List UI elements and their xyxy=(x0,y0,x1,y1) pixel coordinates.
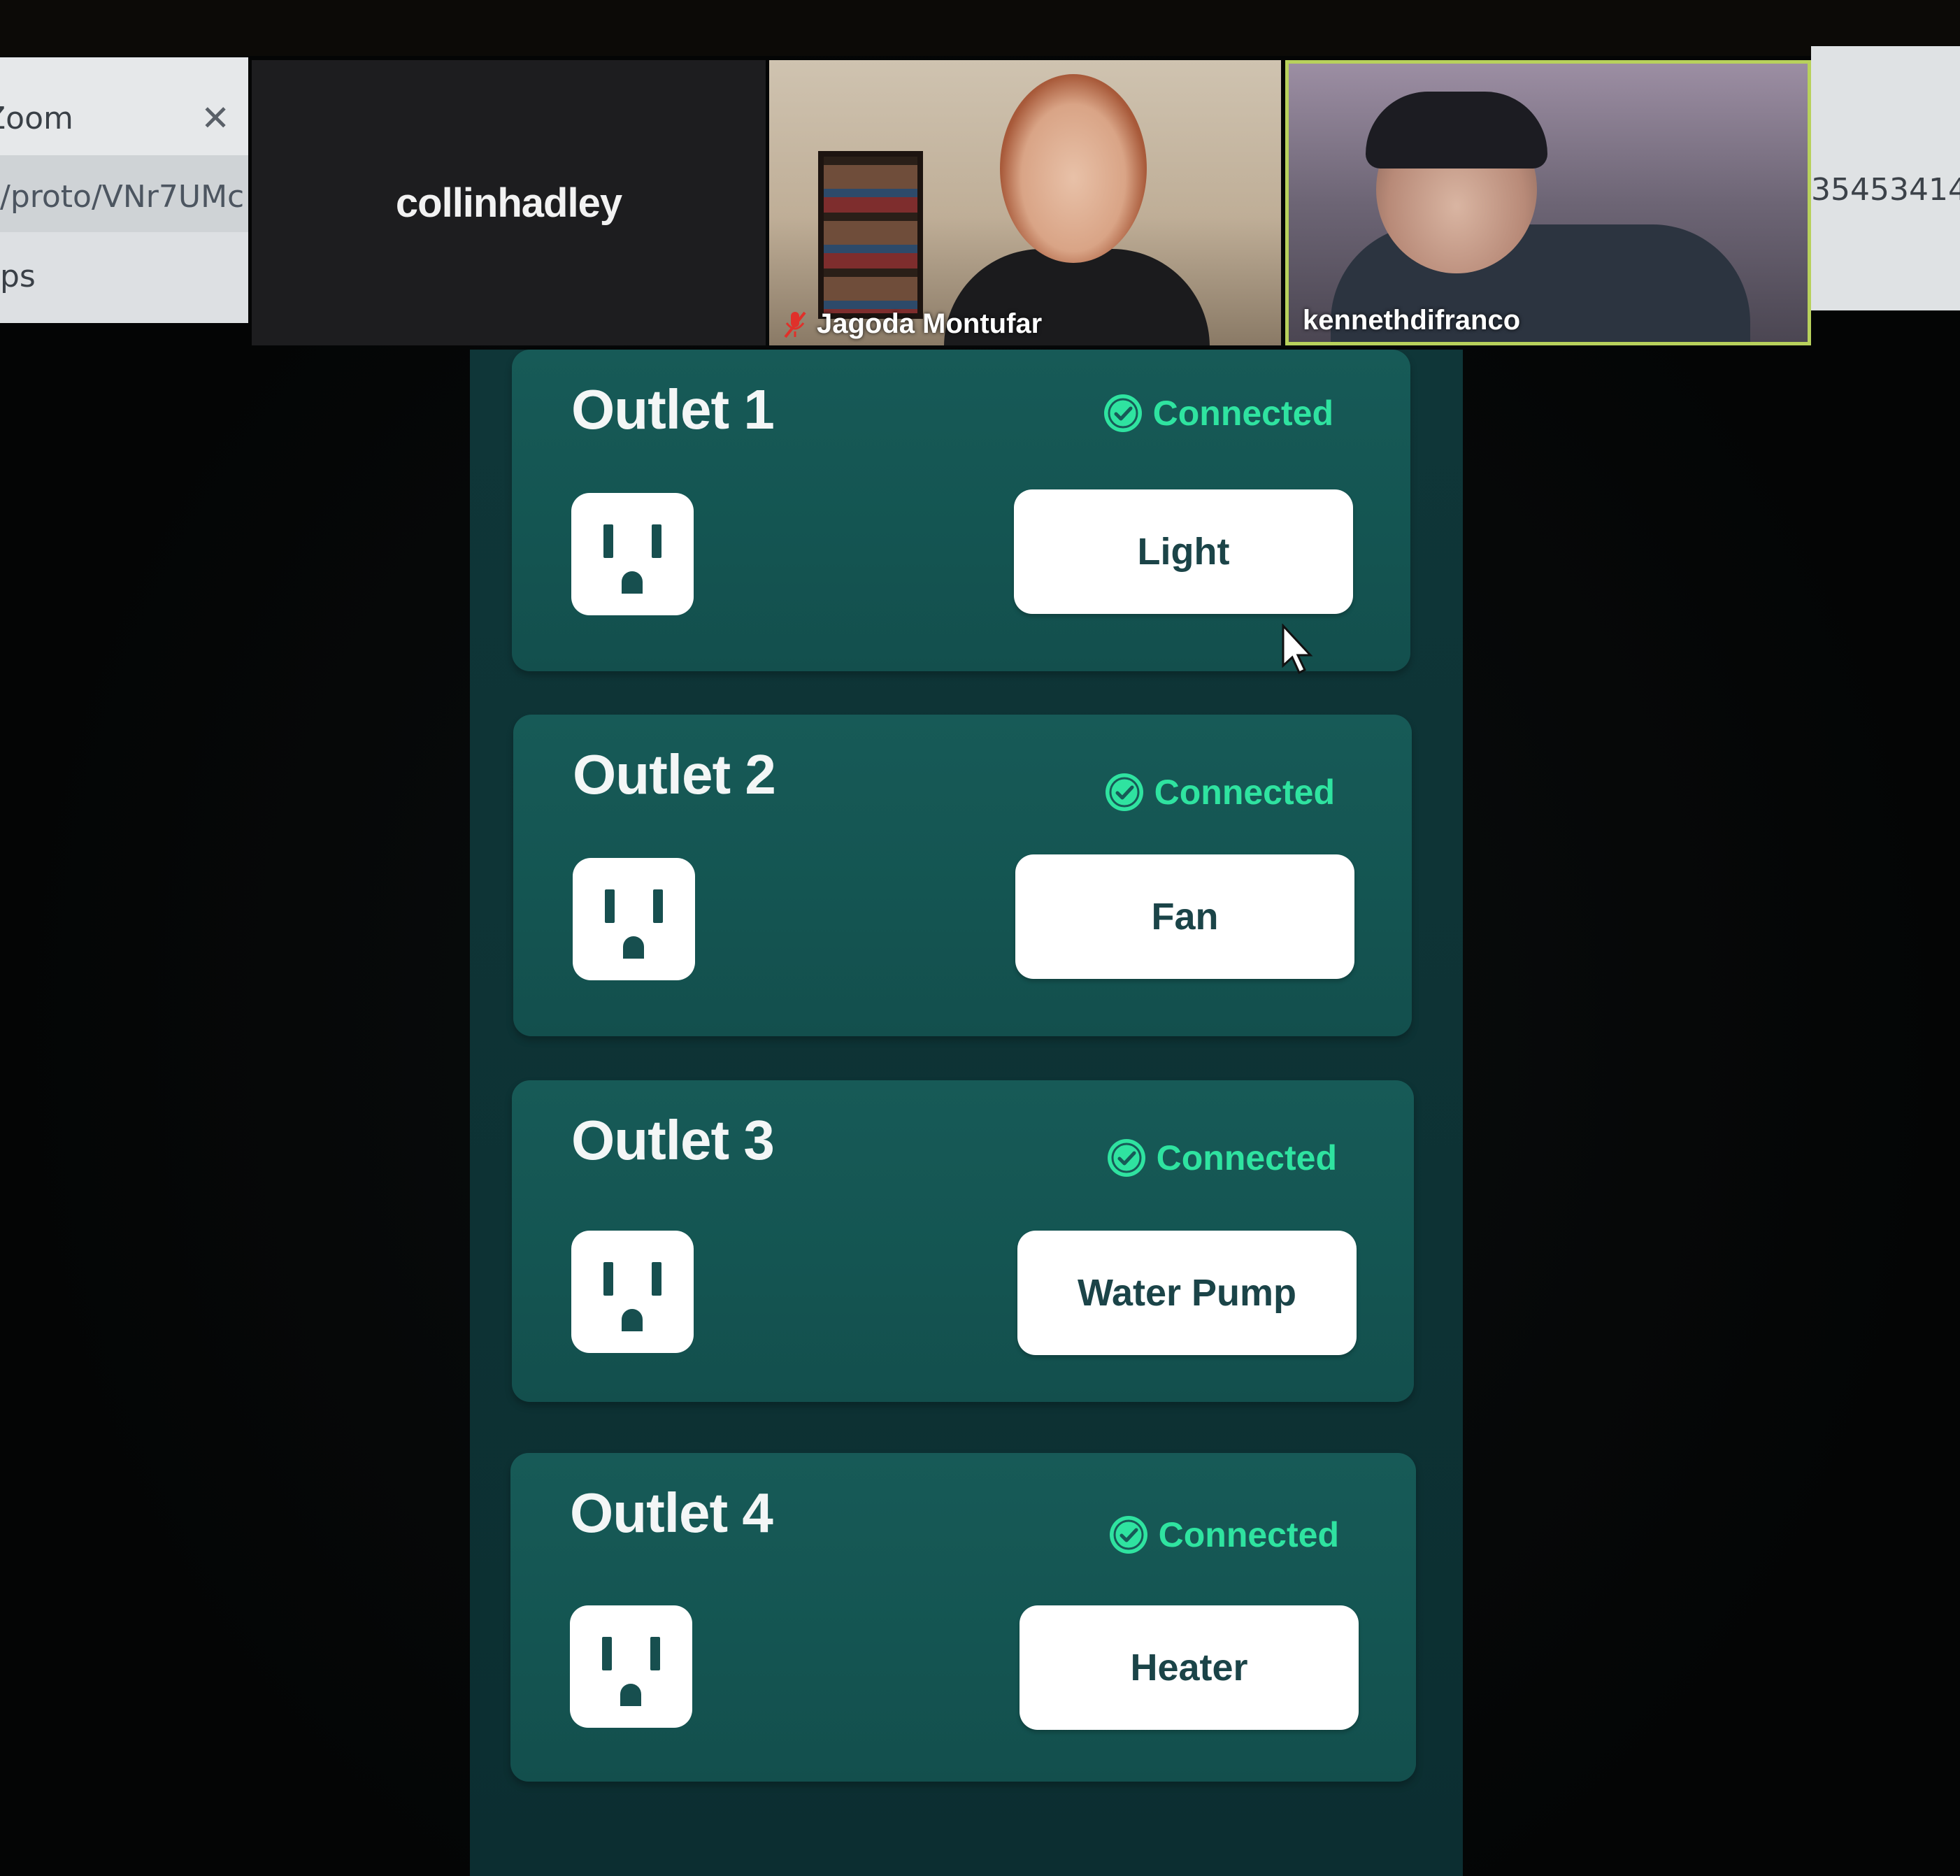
participant-tile-jagoda[interactable]: Jagoda Montufar xyxy=(769,60,1281,345)
outlet-card: Outlet 2 Connected Fan xyxy=(513,715,1412,1036)
browser-text-fragment: 35453414 xyxy=(1811,172,1960,208)
check-circle-icon xyxy=(1105,773,1143,811)
address-bar[interactable]: /proto/VNr7UMc xyxy=(0,155,248,232)
outlet-title: Outlet 4 xyxy=(570,1482,773,1544)
power-outlet-icon xyxy=(571,493,694,615)
power-outlet-icon xyxy=(573,858,695,980)
outlet-title: Outlet 1 xyxy=(571,378,775,441)
check-circle-icon xyxy=(1103,394,1142,432)
video-background-bookshelf xyxy=(818,151,923,319)
screen: Zoom ✕ /proto/VNr7UMc ps collinhadley Ja… xyxy=(0,0,1960,1876)
browser-tab[interactable]: Zoom ✕ xyxy=(0,57,248,155)
mic-muted-icon xyxy=(784,311,806,338)
mouse-cursor-icon xyxy=(1282,624,1313,675)
device-button-light[interactable]: Light xyxy=(1014,489,1353,614)
device-button-water-pump[interactable]: Water Pump xyxy=(1017,1231,1357,1355)
close-icon[interactable]: ✕ xyxy=(201,101,230,136)
power-outlet-icon xyxy=(570,1605,692,1728)
participant-name-tag: kennethdifranco xyxy=(1303,305,1520,336)
browser-window-left: Zoom ✕ /proto/VNr7UMc ps xyxy=(0,57,248,323)
status-badge: Connected xyxy=(1103,393,1333,434)
check-circle-icon xyxy=(1109,1516,1147,1554)
outlet-app: Outlet 1 Connected Light Outlet 2 Connec… xyxy=(470,350,1463,1876)
outlet-title: Outlet 2 xyxy=(573,743,776,805)
outlet-card: Outlet 4 Connected Heater xyxy=(510,1453,1416,1782)
outlet-card: Outlet 1 Connected Light xyxy=(512,350,1410,671)
browser-window-right: 35453414 xyxy=(1811,46,1960,310)
participant-tile-kenneth[interactable]: kennethdifranco xyxy=(1285,60,1811,345)
device-button-fan[interactable]: Fan xyxy=(1015,854,1354,979)
monitor-bezel xyxy=(0,0,1960,56)
address-bar-url: /proto/VNr7UMc xyxy=(0,179,245,215)
status-text: Connected xyxy=(1152,394,1333,433)
browser-tab-title: Zoom xyxy=(0,101,73,136)
bookmarks-row[interactable]: ps xyxy=(0,232,248,323)
outlet-card: Outlet 3 Connected Water Pump xyxy=(512,1080,1414,1402)
status-text: Connected xyxy=(1156,1138,1337,1177)
bookmarks-label: ps xyxy=(0,259,36,294)
status-badge: Connected xyxy=(1104,772,1335,812)
outlet-title: Outlet 3 xyxy=(571,1109,775,1171)
participant-name-tag: Jagoda Montufar xyxy=(783,308,1042,340)
status-text: Connected xyxy=(1158,1515,1339,1554)
participant-name: collinhadley xyxy=(395,180,622,226)
participant-name: kennethdifranco xyxy=(1303,305,1521,336)
power-outlet-icon xyxy=(571,1231,694,1353)
participant-video-cap xyxy=(1366,92,1547,169)
status-text: Connected xyxy=(1154,773,1335,812)
device-button-heater[interactable]: Heater xyxy=(1020,1605,1359,1730)
status-badge: Connected xyxy=(1106,1138,1337,1178)
check-circle-icon xyxy=(1107,1139,1145,1177)
status-badge: Connected xyxy=(1108,1515,1339,1555)
participant-video-head xyxy=(1000,74,1147,263)
participant-name: Jagoda Montufar xyxy=(817,308,1043,339)
participant-tile-collinhadley[interactable]: collinhadley xyxy=(252,60,766,345)
